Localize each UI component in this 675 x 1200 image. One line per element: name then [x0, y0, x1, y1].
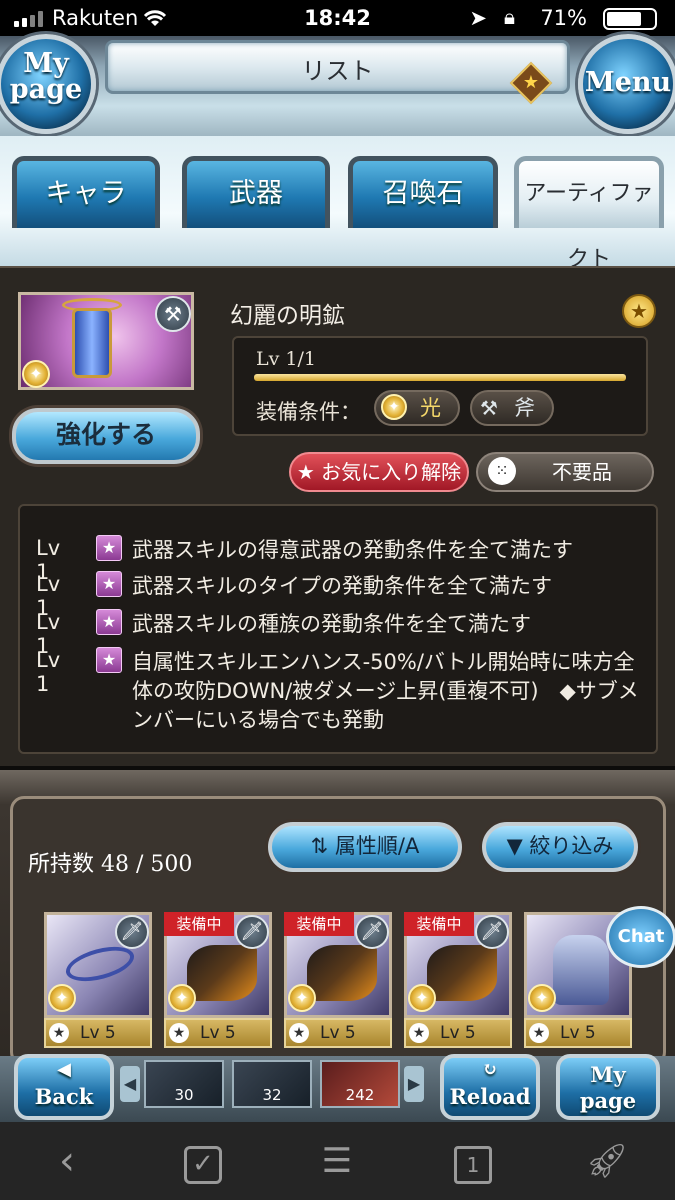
back-label: Back — [34, 1084, 94, 1109]
level-text: Lv 1/1 — [256, 348, 316, 370]
sword-icon: 🗡︎ — [115, 915, 149, 949]
star-icon: ★ — [169, 1023, 189, 1043]
inventory-count: 所持数 48 / 500 — [28, 852, 193, 877]
quick-next-arrow[interactable]: ▶ — [404, 1066, 424, 1102]
sort-button[interactable]: ⇅ 属性順/A — [268, 822, 462, 872]
quick-item[interactable]: 32 — [232, 1060, 312, 1108]
artifact-card[interactable]: 🗡︎ ✦ Lv 5 ★ — [44, 912, 152, 1048]
star-icon: ★ — [409, 1023, 429, 1043]
axe-icon: ⚒ — [155, 296, 191, 332]
game-header: リスト ★ — [0, 36, 675, 136]
skill-text: 武器スキルの種族の発動条件を全て満たす — [132, 612, 531, 636]
sort-icon: ⇅ — [310, 834, 335, 858]
skill-star-icon: ★ — [96, 647, 122, 673]
favorite-star-icon: ★ — [622, 294, 656, 328]
battery-icon — [603, 8, 657, 30]
mypage-button[interactable]: My page — [0, 34, 96, 134]
tabs-icon[interactable]: 1 — [448, 1138, 498, 1184]
item-name: 幻麗の明鉱 — [230, 303, 345, 329]
sword-icon: 🗡︎ — [235, 915, 269, 949]
footer-mypage-button[interactable]: My page — [556, 1054, 660, 1120]
artifact-card[interactable]: 装備中 🗡︎ ✦ Lv 5 ★ — [164, 912, 272, 1048]
light-element-icon: ✦ — [168, 984, 196, 1012]
junk-button[interactable]: ⁙ 不要品 — [476, 452, 654, 492]
dice-icon: ⁙ — [488, 457, 516, 485]
light-element-icon: ✦ — [22, 360, 50, 388]
skill-star-icon: ★ — [96, 609, 122, 635]
tab-artifact[interactable]: アーティファクト — [514, 156, 664, 272]
location-icon: ➤ — [469, 6, 487, 30]
menu-label: Menu — [584, 67, 672, 98]
star-icon: ★ — [529, 1023, 549, 1043]
checkbox-icon[interactable]: ✓ — [178, 1138, 228, 1184]
tab-bar: キャラ 武器 召喚石 アーティファクト — [0, 136, 675, 272]
sword-icon: 🗡︎ — [475, 915, 509, 949]
equipped-badge: 装備中 — [404, 912, 474, 936]
skill-text: 自属性スキルエンハンス-50%/バトル開始時に味方全体の攻防DOWN/被ダメージ… — [132, 650, 639, 732]
rotation-lock-icon: 🔒︎ — [503, 5, 515, 29]
light-element-icon: ✦ — [48, 984, 76, 1012]
filter-button[interactable]: ▼ 絞り込み — [482, 822, 638, 872]
skill-text: 武器スキルのタイプの発動条件を全て満たす — [132, 574, 552, 598]
back-button[interactable]: ◀ Back — [14, 1054, 114, 1120]
reload-button[interactable]: ↻ Reload — [440, 1054, 540, 1120]
footer-mypage-label: My page — [579, 1062, 637, 1113]
equipped-badge: 装備中 — [284, 912, 354, 936]
star-icon: ★ — [296, 460, 322, 484]
quick-item[interactable]: 30 — [144, 1060, 224, 1108]
junk-label: 不要品 — [552, 460, 612, 484]
star-icon: ★ — [289, 1023, 309, 1043]
skill-text: 武器スキルの得意武器の発動条件を全て満たす — [132, 538, 573, 562]
skill-star-icon: ★ — [96, 535, 122, 561]
level-bar — [254, 374, 626, 381]
axe-small-icon: ⚒ — [480, 396, 498, 420]
page-title: リスト — [301, 57, 374, 85]
light-element-icon: ✦ — [528, 984, 556, 1012]
weapon-type-label: 斧 — [514, 396, 535, 420]
equipped-badge: 装備中 — [164, 912, 234, 936]
light-icon: ✦ — [381, 394, 407, 420]
tab-chara[interactable]: キャラ — [12, 156, 160, 228]
unfavorite-button[interactable]: ★ お気に入り解除 — [289, 452, 469, 492]
reload-label: Reload — [449, 1084, 531, 1109]
tab-weapon[interactable]: 武器 — [182, 156, 330, 228]
sword-icon: 🗡︎ — [355, 915, 389, 949]
artifact-card[interactable]: 装備中 🗡︎ ✦ Lv 5 ★ — [284, 912, 392, 1048]
star-icon: ★ — [49, 1023, 69, 1043]
light-element-icon: ✦ — [408, 984, 436, 1012]
back-chevron-icon[interactable]: ‹ — [42, 1138, 92, 1184]
skill-star-icon: ★ — [96, 571, 122, 597]
unfavorite-label: お気に入り解除 — [321, 460, 462, 484]
back-arrow-icon: ◀ — [57, 1059, 71, 1080]
tab-count: 1 — [454, 1146, 492, 1184]
weapon-type-pill: ⚒ 斧 — [470, 390, 554, 426]
menu-lines-icon[interactable]: ☰ — [312, 1138, 362, 1184]
quick-item[interactable]: 242 — [320, 1060, 400, 1108]
reload-icon: ↻ — [482, 1059, 498, 1080]
equip-condition-label: 装備条件： — [256, 400, 361, 424]
element-label: 光 — [420, 396, 441, 420]
quick-item-count: 30 — [174, 1086, 194, 1104]
filter-icon: ▼ — [506, 834, 530, 858]
artifact-card[interactable]: 装備中 🗡︎ ✦ Lv 5 ★ — [404, 912, 512, 1048]
battery-percent: 71% — [540, 6, 587, 30]
artifact-art-hourglass — [72, 308, 112, 378]
skill-level: Lv 1 — [36, 648, 61, 696]
filter-label: 絞り込み — [529, 834, 614, 858]
quick-item-count: 32 — [262, 1086, 282, 1104]
title-plate: リスト — [105, 40, 570, 94]
chat-button[interactable]: Chat — [606, 906, 675, 968]
light-element-icon: ✦ — [288, 984, 316, 1012]
menu-button[interactable]: Menu — [578, 34, 675, 134]
enhance-button[interactable]: 強化する — [12, 408, 200, 464]
quick-prev-arrow[interactable]: ◀ — [120, 1066, 140, 1102]
element-pill: ✦ 光 — [374, 390, 460, 426]
sort-label: 属性順/A — [334, 834, 420, 858]
mypage-label: My page — [9, 48, 83, 105]
quick-item-count: 242 — [345, 1086, 375, 1104]
rocket-icon[interactable]: 🚀︎ — [582, 1138, 632, 1184]
tab-summon[interactable]: 召喚石 — [348, 156, 498, 228]
status-bar: Rakuten 18:42 ➤ 🔒︎ 71% — [0, 0, 675, 36]
